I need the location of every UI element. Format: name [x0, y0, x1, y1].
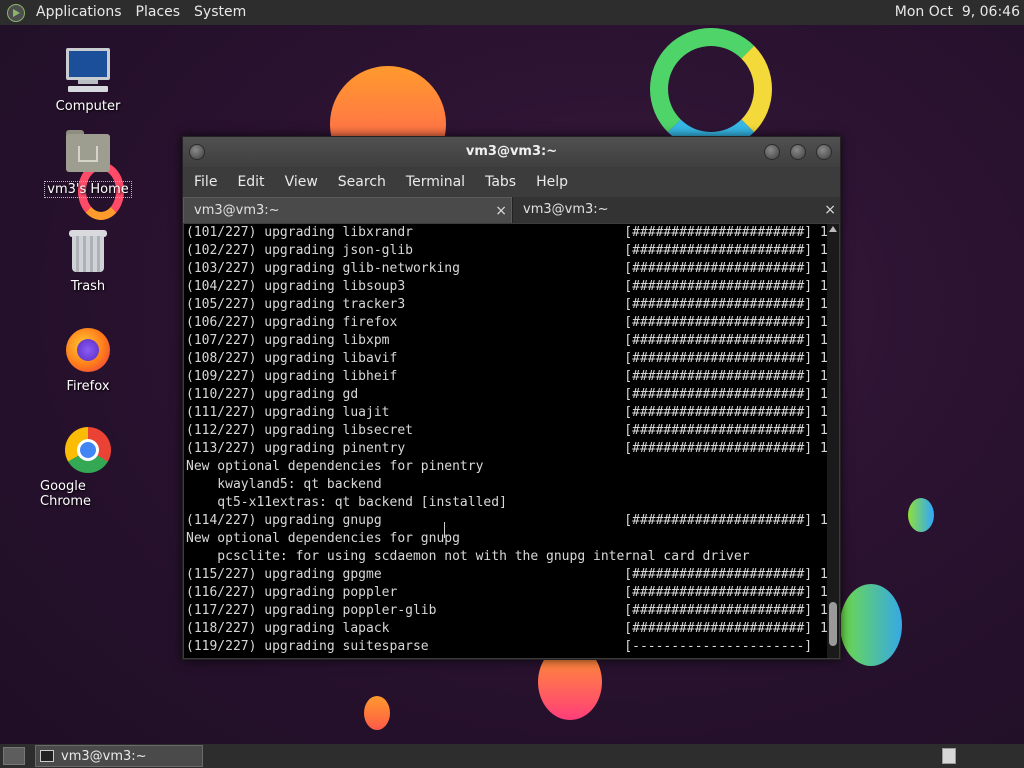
window-menu-icon[interactable] [189, 144, 205, 160]
menu-view[interactable]: View [275, 174, 328, 190]
firefox-icon [64, 326, 112, 374]
chrome-icon [64, 426, 112, 474]
terminal-line: (110/227) upgrading gd [################… [186, 387, 827, 402]
desktop-icon-label: vm3's Home [44, 181, 132, 198]
desktop-icon-label: Computer [55, 99, 121, 114]
bottom-panel: vm3@vm3:~ [0, 744, 1024, 768]
window-title: vm3@vm3:~ [465, 144, 558, 159]
computer-icon [64, 46, 112, 94]
window-titlebar[interactable]: vm3@vm3:~ [183, 137, 840, 167]
show-desktop-button[interactable] [3, 747, 25, 765]
wallpaper-ring [650, 28, 772, 150]
terminal-line: (102/227) upgrading json-glib [#########… [186, 243, 827, 258]
terminal-line: qt5-x11extras: qt backend [installed] [186, 495, 507, 510]
maximize-icon[interactable] [790, 144, 806, 160]
desktop-icon-computer[interactable]: Computer [38, 46, 138, 114]
tab-close-icon[interactable]: × [824, 197, 836, 223]
terminal-line: (112/227) upgrading libsecret [#########… [186, 423, 827, 438]
wallpaper-small-blob [908, 498, 934, 532]
tab-1[interactable]: vm3@vm3:~ × [183, 197, 512, 223]
desktop-icon-label: Google Chrome [40, 479, 91, 509]
terminal-line: (114/227) upgrading gnupg [#############… [186, 513, 827, 528]
terminal-icon [40, 750, 54, 762]
scrollbar-thumb[interactable] [829, 602, 837, 646]
desktop-icon-firefox[interactable]: Firefox [38, 326, 138, 394]
terminal-line: kwayland5: qt backend [186, 477, 382, 492]
menu-terminal[interactable]: Terminal [396, 174, 475, 190]
terminal-line: New optional dependencies for gnupg [186, 531, 460, 546]
menu-tabs[interactable]: Tabs [475, 174, 526, 190]
terminal-line: (116/227) upgrading poppler [###########… [186, 585, 827, 600]
menu-edit[interactable]: Edit [227, 174, 274, 190]
terminal-line: (118/227) upgrading lapack [############… [186, 621, 827, 636]
desktop-icon-trash[interactable]: Trash [38, 226, 138, 294]
clock[interactable]: Mon Oct 9, 06:46 [895, 0, 1024, 25]
terminal-scrollbar[interactable] [827, 224, 839, 658]
terminal-line: New optional dependencies for pinentry [186, 459, 484, 474]
terminal-line: (107/227) upgrading libxpm [############… [186, 333, 827, 348]
terminal-line: (105/227) upgrading tracker3 [##########… [186, 297, 827, 312]
terminal-line: (103/227) upgrading glib-networking [###… [186, 261, 827, 276]
terminal-line: (113/227) upgrading pinentry [##########… [186, 441, 827, 456]
tab-close-icon[interactable]: × [495, 198, 507, 224]
wallpaper-orange-small-blob [364, 696, 390, 730]
menu-search[interactable]: Search [328, 174, 396, 190]
terminal-window[interactable]: vm3@vm3:~ File Edit View Search Terminal… [182, 136, 841, 660]
terminal-line: pcsclite: for using scdaemon not with th… [186, 549, 750, 564]
scroll-up-arrow-icon[interactable] [829, 226, 837, 232]
terminal-line: (111/227) upgrading luajit [############… [186, 405, 827, 420]
terminal-line: (108/227) upgrading libavif [###########… [186, 351, 827, 366]
home-folder-icon [64, 128, 112, 176]
applications-menu[interactable]: Applications [29, 0, 129, 25]
places-menu[interactable]: Places [129, 0, 188, 25]
desktop-icon-chrome[interactable]: Google Chrome [38, 426, 138, 509]
terminal-line: (101/227) upgrading libxrandr [#########… [186, 225, 827, 240]
tab-label: vm3@vm3:~ [523, 202, 609, 217]
close-icon[interactable] [816, 144, 832, 160]
minimize-icon[interactable] [764, 144, 780, 160]
system-menu[interactable]: System [187, 0, 253, 25]
terminal-line: (106/227) upgrading firefox [###########… [186, 315, 827, 330]
terminal-line: (117/227) upgrading poppler-glib [######… [186, 603, 827, 618]
tab-label: vm3@vm3:~ [194, 203, 280, 218]
desktop-icon-label: Trash [70, 279, 106, 294]
tab-bar: vm3@vm3:~ × vm3@vm3:~ × [183, 197, 840, 223]
top-panel: Applications Places System Mon Oct 9, 06… [0, 0, 1024, 25]
terminal-line: (115/227) upgrading gpgme [#############… [186, 567, 827, 582]
terminal-line: (109/227) upgrading libheif [###########… [186, 369, 827, 384]
tab-2[interactable]: vm3@vm3:~ × [512, 197, 840, 223]
terminal-line: (104/227) upgrading libsoup3 [##########… [186, 279, 827, 294]
desktop-icon-label: Firefox [66, 379, 110, 394]
terminal-output[interactable]: (101/227) upgrading libxrandr [#########… [184, 224, 827, 658]
desktop-icon-home[interactable]: vm3's Home [38, 128, 138, 198]
distro-logo-icon[interactable] [7, 3, 25, 22]
workspace-switcher[interactable] [942, 748, 956, 764]
terminal-line: (119/227) upgrading suitesparse [-------… [186, 639, 827, 654]
ibeam-cursor-icon [444, 522, 445, 538]
trash-icon [64, 226, 112, 274]
menu-help[interactable]: Help [526, 174, 578, 190]
taskbar-window-label: vm3@vm3:~ [61, 748, 147, 764]
menu-file[interactable]: File [183, 174, 227, 190]
terminal-menubar: File Edit View Search Terminal Tabs Help [183, 167, 840, 197]
taskbar-window-button[interactable]: vm3@vm3:~ [35, 745, 203, 767]
wallpaper-green-blob [840, 584, 902, 666]
